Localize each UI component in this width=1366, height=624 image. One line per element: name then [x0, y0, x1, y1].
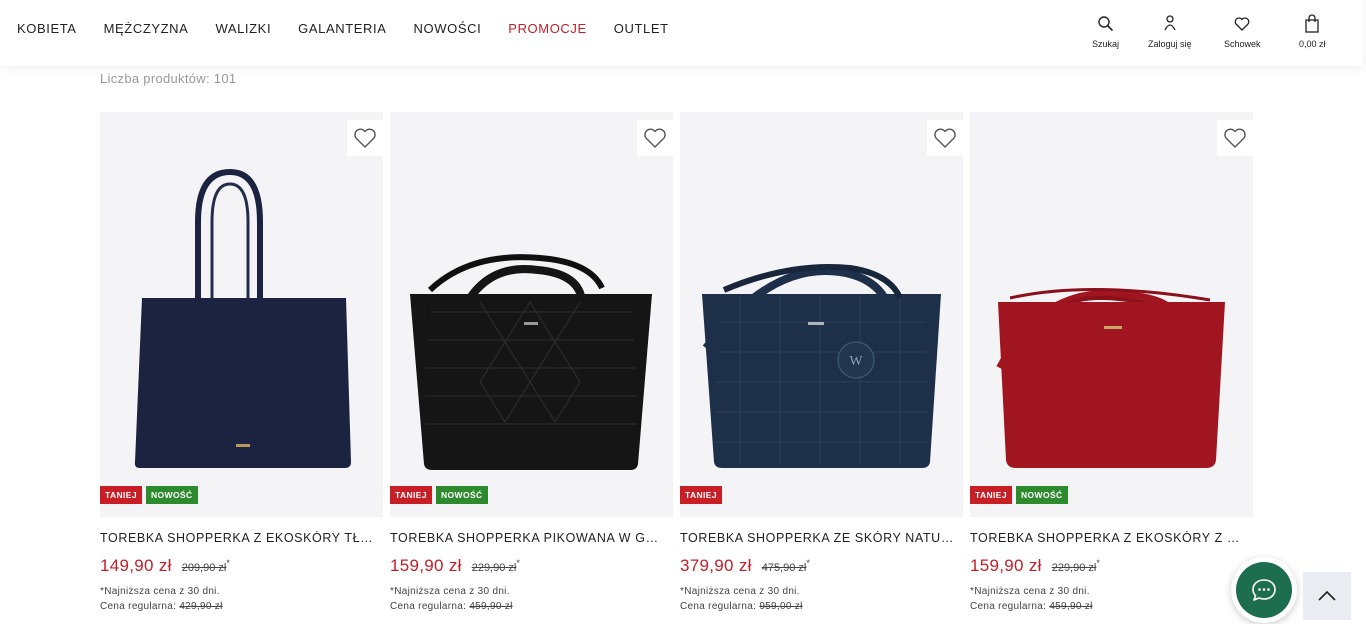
chevron-up-icon	[1318, 590, 1336, 601]
add-to-wishlist-button[interactable]	[927, 120, 963, 156]
badge-nowosc: NOWOŚĆ	[436, 486, 488, 504]
nav-item-galanteria[interactable]: GALANTERIA	[298, 21, 386, 37]
old-price: 229,90 zł	[471, 562, 517, 574]
regular-price-line: Cena regularna: 959,00 zł	[680, 601, 803, 612]
heart-icon	[1224, 128, 1246, 148]
product-image[interactable]: W TANIEJ	[680, 112, 963, 517]
cart-button[interactable]: 0,00 zł	[1299, 14, 1326, 58]
price-asterisk: *	[516, 558, 520, 568]
regular-price-line: Cena regularna: 459,90 zł	[390, 601, 513, 612]
nav-item-nowosci[interactable]: NOWOŚCI	[414, 21, 482, 37]
search-icon	[1097, 16, 1113, 31]
badge-taniej: TANIEJ	[390, 486, 432, 504]
scroll-to-top-button[interactable]	[1303, 572, 1351, 620]
bag-image	[996, 287, 1225, 468]
badge-taniej: TANIEJ	[970, 486, 1012, 504]
badge-nowosc: NOWOŚĆ	[1016, 486, 1068, 504]
cart-total: 0,00 zł	[1299, 39, 1326, 49]
heart-icon	[354, 128, 376, 148]
add-to-wishlist-button[interactable]	[347, 120, 383, 156]
heart-icon	[934, 128, 956, 148]
product-name[interactable]: TOREBKA SHOPPERKA PIKOWANA W GEOMETRYCZN…	[390, 531, 666, 545]
wishlist-label: Schowek	[1224, 39, 1261, 49]
regular-price-label: Cena regularna:	[390, 601, 467, 612]
product-image[interactable]: TANIEJ NOWOŚĆ	[970, 112, 1253, 517]
regular-price: 459,90 zł	[1049, 601, 1093, 612]
lowest-price-note: *Najniższa cena z 30 dni.	[970, 586, 1090, 597]
price-row: 159,90 zł 229,90 zł *	[970, 556, 1100, 576]
bag-image	[410, 254, 652, 470]
old-price: 229,90 zł	[1051, 562, 1097, 574]
current-price: 159,90 zł	[390, 556, 462, 575]
badge-group: TANIEJ NOWOŚĆ	[970, 486, 1068, 504]
regular-price-label: Cena regularna:	[680, 601, 757, 612]
login-label: Zaloguj się	[1148, 39, 1192, 49]
price-asterisk: *	[1096, 558, 1100, 568]
regular-price: 959,00 zł	[759, 601, 803, 612]
user-icon	[1164, 15, 1176, 31]
search-label: Szukaj	[1092, 39, 1120, 49]
heart-icon	[1234, 17, 1250, 31]
old-price: 209,90 zł	[181, 562, 227, 574]
add-to-wishlist-button[interactable]	[1217, 120, 1253, 156]
price-row: 159,90 zł 229,90 zł *	[390, 556, 520, 576]
product-image[interactable]: TANIEJ NOWOŚĆ	[390, 112, 673, 517]
badge-nowosc: NOWOŚĆ	[146, 486, 198, 504]
product-card[interactable]: TANIEJ NOWOŚĆ TOREBKA SHOPPERKA Z EKOSKÓ…	[100, 112, 383, 622]
old-price: 475,90 zł	[761, 562, 807, 574]
badge-group: TANIEJ NOWOŚĆ	[390, 486, 488, 504]
regular-price-label: Cena regularna:	[100, 601, 177, 612]
nav-item-kobieta[interactable]: KOBIETA	[17, 21, 77, 37]
price-row: 149,90 zł 209,90 zł *	[100, 556, 230, 576]
badge-group: TANIEJ	[680, 486, 722, 504]
site-header: KOBIETA MĘŻCZYZNA WALIZKI GALANTERIA NOW…	[0, 0, 1363, 66]
svg-text:W: W	[849, 354, 863, 369]
price-row: 379,90 zł 475,90 zł *	[680, 556, 810, 576]
badge-taniej: TANIEJ	[680, 486, 722, 504]
chat-button[interactable]	[1231, 557, 1297, 623]
wishlist-button[interactable]: Schowek	[1224, 14, 1261, 58]
bag-image: W	[702, 263, 941, 468]
price-asterisk: *	[806, 558, 810, 568]
current-price: 159,90 zł	[970, 556, 1042, 575]
lowest-price-note: *Najniższa cena z 30 dni.	[680, 586, 800, 597]
badge-group: TANIEJ NOWOŚĆ	[100, 486, 198, 504]
regular-price: 429,90 zł	[179, 601, 223, 612]
chat-bubble-icon	[1252, 579, 1276, 601]
lowest-price-note: *Najniższa cena z 30 dni.	[100, 586, 220, 597]
product-name[interactable]: TOREBKA SHOPPERKA ZE SKÓRY NATURALNEJ	[680, 531, 956, 545]
badge-taniej: TANIEJ	[100, 486, 142, 504]
product-card[interactable]: TANIEJ NOWOŚĆ TOREBKA SHOPPERKA PIKOWANA…	[390, 112, 673, 622]
nav-item-promocje[interactable]: PROMOCJE	[508, 21, 586, 37]
login-button[interactable]: Zaloguj się	[1148, 14, 1192, 58]
product-card[interactable]: W TANIEJ TOREBKA SHOPPERKA ZE SKÓRY NATU…	[680, 112, 963, 622]
heart-icon	[644, 128, 666, 148]
current-price: 379,90 zł	[680, 556, 752, 575]
price-asterisk: *	[226, 558, 230, 568]
chat-button-inner	[1236, 562, 1292, 618]
regular-price: 459,90 zł	[469, 601, 513, 612]
current-price: 149,90 zł	[100, 556, 172, 575]
nav-item-mezczyzna[interactable]: MĘŻCZYZNA	[104, 21, 189, 37]
regular-price-line: Cena regularna: 429,90 zł	[100, 601, 223, 612]
product-name[interactable]: TOREBKA SHOPPERKA Z EKOSKÓRY TŁOCZONEJ	[100, 531, 376, 545]
bag-image	[134, 168, 351, 468]
main-nav: KOBIETA MĘŻCZYZNA WALIZKI GALANTERIA NOW…	[17, 21, 696, 37]
nav-item-walizki[interactable]: WALIZKI	[215, 21, 271, 37]
lowest-price-note: *Najniższa cena z 30 dni.	[390, 586, 510, 597]
product-image[interactable]: TANIEJ NOWOŚĆ	[100, 112, 383, 517]
product-count: Liczba produktów: 101	[100, 71, 237, 86]
shopping-bag-icon	[1305, 14, 1319, 33]
regular-price-label: Cena regularna:	[970, 601, 1047, 612]
regular-price-line: Cena regularna: 459,90 zł	[970, 601, 1093, 612]
add-to-wishlist-button[interactable]	[637, 120, 673, 156]
product-card[interactable]: TANIEJ NOWOŚĆ TOREBKA SHOPPERKA Z EKOSKÓ…	[970, 112, 1253, 622]
search-button[interactable]: Szukaj	[1092, 14, 1119, 58]
product-name[interactable]: TOREBKA SHOPPERKA Z EKOSKÓRY Z OZDOBNYM	[970, 531, 1246, 545]
nav-item-outlet[interactable]: OUTLET	[614, 21, 669, 37]
